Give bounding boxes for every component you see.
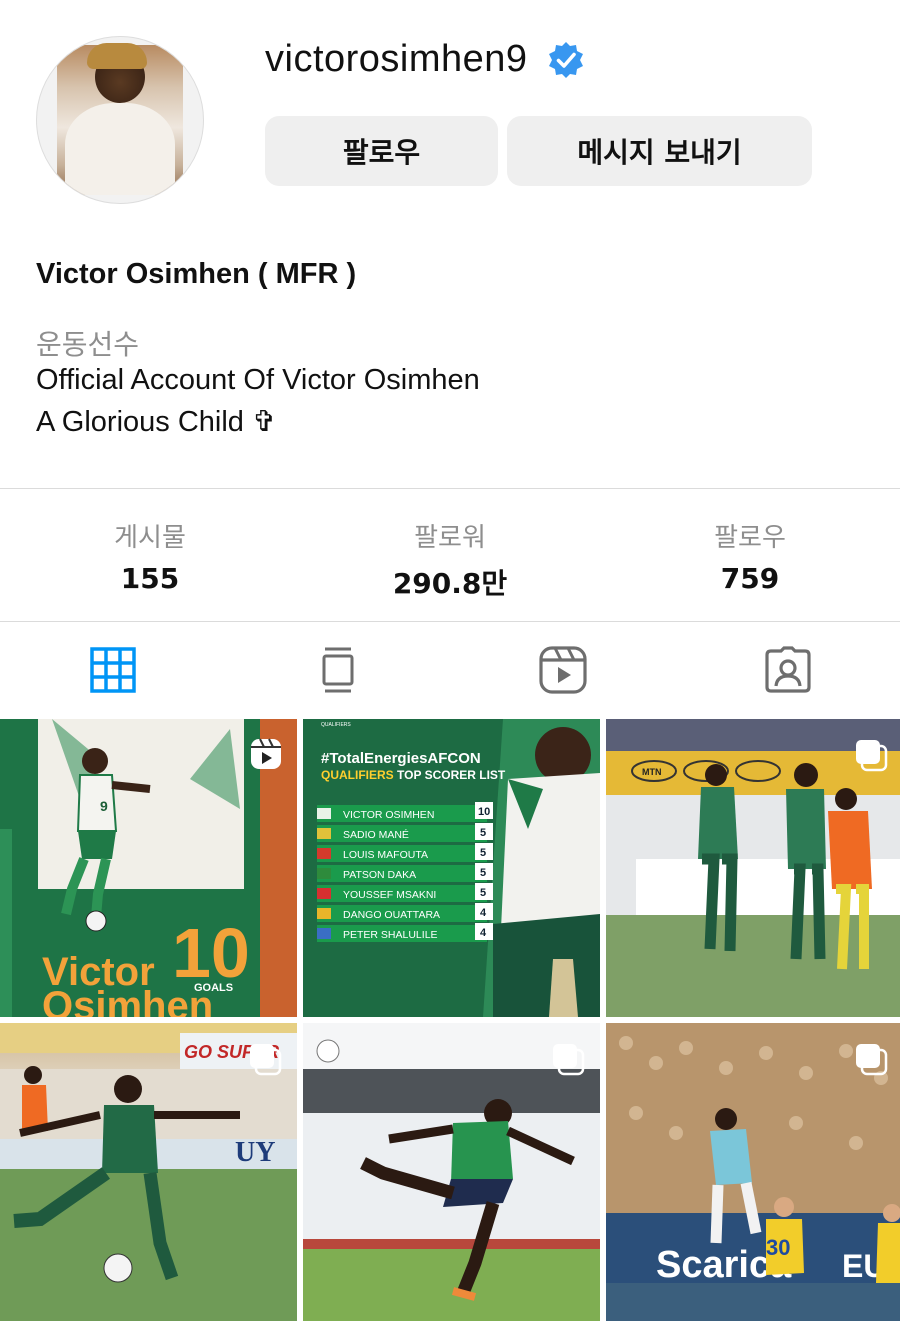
- stat-value: 290.8만: [392, 567, 508, 600]
- profile-header: victorosimhen9 팔로우 메시지 보내기 Victor Osimhe…: [0, 0, 900, 488]
- stat-label: 게시물: [114, 523, 186, 553]
- post-subtitle-text: QUALIFIERS TOP SCORER LIST: [321, 768, 506, 782]
- carousel-icon: [856, 740, 888, 772]
- avatar[interactable]: [36, 36, 204, 204]
- reel-badge-icon: [251, 738, 281, 769]
- stat-posts[interactable]: 게시물 155: [0, 489, 300, 621]
- stat-followers[interactable]: 팔로워 290.8만: [300, 489, 600, 621]
- scorer-goals: 10: [478, 806, 490, 818]
- shirt-number: 30: [766, 1235, 790, 1260]
- post-header-text: QUALIFIERS: [321, 722, 351, 728]
- profile-tabs: [0, 621, 900, 718]
- scorer-goals: 5: [480, 867, 486, 879]
- post-thumbnail[interactable]: 9 10 Victor Osimhen GOALS: [0, 719, 297, 1017]
- scorer-name: LOUIS MAFOUTA: [343, 849, 428, 861]
- tab-feed[interactable]: [225, 621, 450, 718]
- stat-value: 155: [120, 562, 180, 595]
- post-thumbnail[interactable]: QUALIFIERS #TotalEnergiesAFCON QUALIFIER…: [303, 719, 600, 1017]
- bio-line-2: A Glorious Child ✞: [36, 406, 277, 438]
- scorer-name: YOUSSEF MSAKNI: [343, 889, 436, 901]
- tab-tagged[interactable]: [675, 621, 900, 718]
- post-thumbnail[interactable]: Scarica EURO 30: [606, 1023, 900, 1321]
- scorer-goals: 4: [480, 907, 487, 919]
- scorer-name: PETER SHALULILE: [343, 929, 438, 941]
- stat-following[interactable]: 팔로우 759: [600, 489, 900, 621]
- message-button[interactable]: 메시지 보내기: [507, 116, 812, 186]
- feed-icon: [322, 647, 353, 692]
- posts-grid: 9 10 Victor Osimhen GOALS QUALIFIERS #To…: [0, 719, 900, 1329]
- verified-badge-icon: [548, 41, 583, 78]
- post-thumbnail[interactable]: [303, 1023, 600, 1321]
- scorer-name: DANGO OUATTARA: [343, 909, 440, 921]
- stat-value: 759: [720, 562, 780, 595]
- profile-stats: 게시물 155 팔로워 290.8만 팔로우 759: [0, 488, 900, 622]
- scorer-goals: 5: [480, 887, 486, 899]
- scorer-name: SADIO MANÉ: [343, 828, 409, 841]
- username-row: victorosimhen9: [265, 38, 586, 81]
- stat-label: 팔로워: [414, 523, 486, 553]
- sign-text: MTN: [642, 767, 662, 777]
- post-thumbnail[interactable]: MTN: [606, 719, 900, 1017]
- post-image: QUALIFIERS #TotalEnergiesAFCON QUALIFIER…: [303, 719, 600, 1017]
- follow-button[interactable]: 팔로우: [265, 116, 498, 186]
- post-thumbnail[interactable]: GO SUPER UY: [0, 1023, 297, 1321]
- scorer-name: VICTOR OSIMHEN: [343, 809, 434, 821]
- stat-label: 팔로우: [714, 523, 786, 553]
- reels-icon: [538, 645, 587, 694]
- carousel-icon: [856, 1044, 888, 1076]
- username: victorosimhen9: [265, 38, 528, 80]
- tab-reels[interactable]: [450, 621, 675, 718]
- board-text: UY: [235, 1137, 275, 1168]
- scorer-goals: 5: [480, 847, 486, 859]
- scorer-goals: 5: [480, 827, 486, 839]
- tab-grid[interactable]: [0, 621, 225, 718]
- carousel-icon: [250, 1044, 282, 1076]
- bio-line-1: Official Account Of Victor Osimhen: [36, 364, 480, 396]
- post-goals-text: GOALS: [194, 982, 233, 994]
- carousel-icon: [553, 1044, 585, 1076]
- category-label: 운동선수: [36, 328, 140, 361]
- svg-text:9: 9: [100, 798, 108, 814]
- scorer-name: PATSON DAKA: [343, 869, 416, 881]
- tagged-icon: [764, 645, 811, 693]
- scorer-goals: 4: [480, 927, 487, 939]
- post-title-text: #TotalEnergiesAFCON: [321, 750, 481, 767]
- post-number-text: 10: [172, 914, 250, 992]
- grid-icon: [89, 646, 136, 693]
- full-name: Victor Osimhen ( MFR ): [36, 258, 357, 290]
- post-surname-text: Osimhen: [42, 984, 213, 1017]
